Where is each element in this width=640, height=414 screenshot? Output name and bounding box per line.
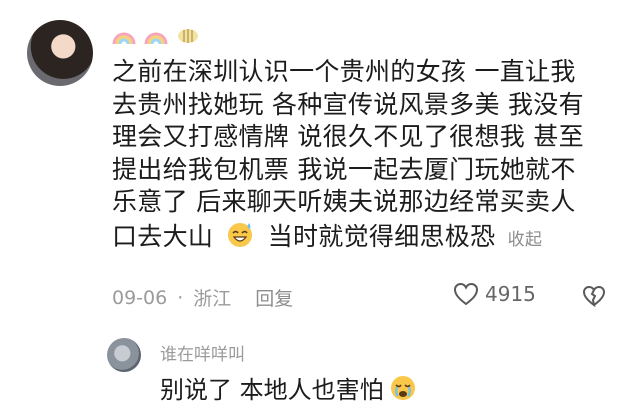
comment-location: 浙江 [193,288,232,310]
comment-line: 之前在深圳认识一个贵州的女孩 一直让我 [112,57,576,86]
comment-line-tail: 当时就觉得细思极恐 [267,221,496,251]
comment-line: 去贵州找她玩 各种宣传说风景多美 我没有 [112,89,584,119]
comment-line: 理会又打感情牌 说很久不见了很想我 甚至 [112,122,584,151]
crying-emoji-icon [390,375,415,400]
rainbow-badge-icon [112,32,136,45]
bee-badge-icon [178,29,198,43]
comment-line: 提出给我包机票 我说一起去厦门玩她就不 [112,154,576,184]
reply-body: 别说了 本地人也害怕 [160,370,418,405]
comment-body: 之前在深圳认识一个贵州的女孩 一直让我 去贵州找她玩 各种宣传说风景多美 我没有… [112,56,632,256]
rainbow-badge-icon [144,32,168,45]
reply-button[interactable]: 回复 [255,284,293,311]
meta-separator: · [177,286,184,309]
heart-icon [453,282,479,306]
collapse-link[interactable]: 收起 [508,230,543,250]
reply-avatar[interactable] [107,338,141,372]
sweat-smile-emoji-icon [228,222,253,247]
reply-text: 别说了 本地人也害怕 [160,376,384,404]
comment-date: 09-06 [112,286,168,309]
comment-line: 乐意了 后来聊天听姨夫说那边经常买卖人 [112,187,576,216]
dislike-button[interactable] [582,285,606,311]
broken-heart-icon [582,285,606,308]
comment-line-last: 口去大山 当时就觉得细思极恐 收起 [112,219,632,257]
commenter-avatar[interactable] [27,20,93,86]
comment-meta: 09-06 · 浙江 回复 [112,284,293,311]
badge-row [112,24,200,46]
reply-username[interactable]: 谁在咩咩叫 [160,340,245,365]
comment-line: 口去大山 [112,221,214,251]
like-count: 4915 [485,282,536,306]
like-button[interactable]: 4915 [453,282,536,306]
